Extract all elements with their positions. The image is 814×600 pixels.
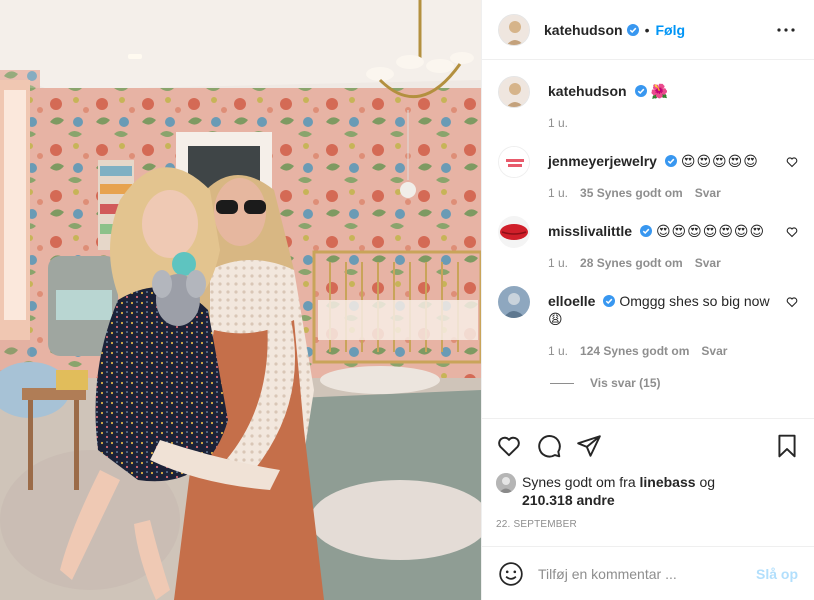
comment-likes[interactable]: 28 Synes godt om bbox=[580, 254, 683, 272]
reply-button[interactable]: Svar bbox=[695, 254, 721, 272]
comment-row: misslivalittle 😍😍😍😍😍😍😍 1 u. 28 Synes god… bbox=[498, 216, 798, 272]
comment-meta: 1 u. 35 Synes godt om Svar bbox=[548, 184, 776, 202]
caption-text: 🌺 bbox=[650, 83, 669, 99]
caption-username[interactable]: katehudson bbox=[548, 83, 627, 99]
instagram-post: katehudson • Følg katehudson 🌺 1 u. jenm… bbox=[0, 0, 814, 600]
comment-row: elloelle Omggg shes so big now 😩 1 u. 12… bbox=[498, 286, 798, 360]
comment-likes[interactable]: 124 Synes godt om bbox=[580, 342, 689, 360]
caption-avatar[interactable] bbox=[498, 76, 530, 108]
photo-illustration bbox=[0, 0, 481, 600]
comment-like-heart-icon[interactable] bbox=[786, 296, 798, 308]
comment-time[interactable]: 1 u. bbox=[548, 342, 568, 360]
post-date[interactable]: 22. SEPTEMBER bbox=[496, 519, 800, 530]
liked-by-text: Synes godt om fra linebass og 210.318 an… bbox=[522, 473, 715, 509]
reply-button[interactable]: Svar bbox=[695, 184, 721, 202]
caption-row: katehudson 🌺 1 u. bbox=[498, 76, 798, 132]
liked-by: Synes godt om fra linebass og 210.318 an… bbox=[496, 473, 800, 509]
heart-icon[interactable] bbox=[496, 433, 522, 459]
comment-meta: 1 u. 28 Synes godt om Svar bbox=[548, 254, 776, 272]
comment-body: elloelle Omggg shes so big now 😩 1 u. 12… bbox=[548, 286, 798, 360]
follow-button[interactable]: Følg bbox=[655, 22, 685, 38]
comment-avatar[interactable] bbox=[498, 286, 530, 318]
view-replies-label: Vis svar (15) bbox=[590, 376, 661, 390]
comment-text: 😍😍😍😍😍😍😍 bbox=[655, 223, 766, 239]
comment-time[interactable]: 1 u. bbox=[548, 184, 568, 202]
post-comment-button[interactable]: Slå op bbox=[756, 566, 798, 582]
post-header: katehudson • Følg bbox=[482, 0, 814, 60]
comment-meta: 1 u. 124 Synes godt om Svar bbox=[548, 342, 776, 360]
replies-divider bbox=[550, 382, 574, 384]
comment-username[interactable]: misslivalittle bbox=[548, 223, 632, 239]
more-options-icon[interactable] bbox=[774, 18, 798, 42]
comment-text: 😍😍😍😍😍 bbox=[680, 153, 759, 169]
action-icons bbox=[496, 431, 800, 461]
author-avatar[interactable] bbox=[498, 13, 530, 46]
author-username[interactable]: katehudson bbox=[544, 22, 623, 38]
bookmark-icon[interactable] bbox=[774, 433, 800, 459]
view-replies-button[interactable]: Vis svar (15) bbox=[550, 376, 798, 390]
verified-badge-icon bbox=[640, 225, 653, 237]
separator-dot: • bbox=[644, 21, 650, 38]
verified-badge-icon bbox=[603, 295, 616, 307]
add-comment-bar: Slå op bbox=[482, 546, 814, 600]
caption-body: katehudson 🌺 1 u. bbox=[548, 76, 798, 132]
verified-badge-icon bbox=[634, 85, 647, 97]
caption-time[interactable]: 1 u. bbox=[548, 114, 568, 132]
comment-input[interactable] bbox=[538, 565, 756, 582]
send-icon[interactable] bbox=[576, 433, 602, 459]
post-side-panel: katehudson • Følg katehudson 🌺 1 u. jenm… bbox=[481, 0, 814, 600]
comment-like-heart-icon[interactable] bbox=[786, 156, 798, 168]
comment-icon[interactable] bbox=[536, 433, 562, 459]
verified-badge-icon bbox=[626, 23, 639, 36]
comment-time[interactable]: 1 u. bbox=[548, 254, 568, 272]
caption-meta: 1 u. bbox=[548, 114, 776, 132]
smiley-icon[interactable] bbox=[498, 561, 524, 587]
comment-username[interactable]: elloelle bbox=[548, 293, 595, 309]
comment-avatar[interactable] bbox=[498, 146, 530, 178]
liker-avatar[interactable] bbox=[496, 473, 516, 493]
comment-body: jenmeyerjewelry 😍😍😍😍😍 1 u. 35 Synes godt… bbox=[548, 146, 798, 202]
liked-by-conj: og bbox=[699, 474, 716, 490]
comment-body: misslivalittle 😍😍😍😍😍😍😍 1 u. 28 Synes god… bbox=[548, 216, 798, 272]
likes-count[interactable]: 210.318 andre bbox=[522, 492, 615, 508]
liked-by-user[interactable]: linebass bbox=[640, 474, 696, 490]
comments-list[interactable]: katehudson 🌺 1 u. jenmeyerjewelry 😍😍😍😍😍 bbox=[482, 60, 814, 418]
post-actions: Synes godt om fra linebass og 210.318 an… bbox=[482, 418, 814, 530]
reply-button[interactable]: Svar bbox=[701, 342, 727, 360]
comment-avatar[interactable] bbox=[498, 216, 530, 248]
liked-by-prefix: Synes godt om fra bbox=[522, 474, 636, 490]
comment-like-heart-icon[interactable] bbox=[786, 226, 798, 238]
post-photo[interactable] bbox=[0, 0, 481, 600]
verified-badge-icon bbox=[664, 155, 677, 167]
comment-username[interactable]: jenmeyerjewelry bbox=[548, 153, 657, 169]
comment-likes[interactable]: 35 Synes godt om bbox=[580, 184, 683, 202]
comment-row: jenmeyerjewelry 😍😍😍😍😍 1 u. 35 Synes godt… bbox=[498, 146, 798, 202]
